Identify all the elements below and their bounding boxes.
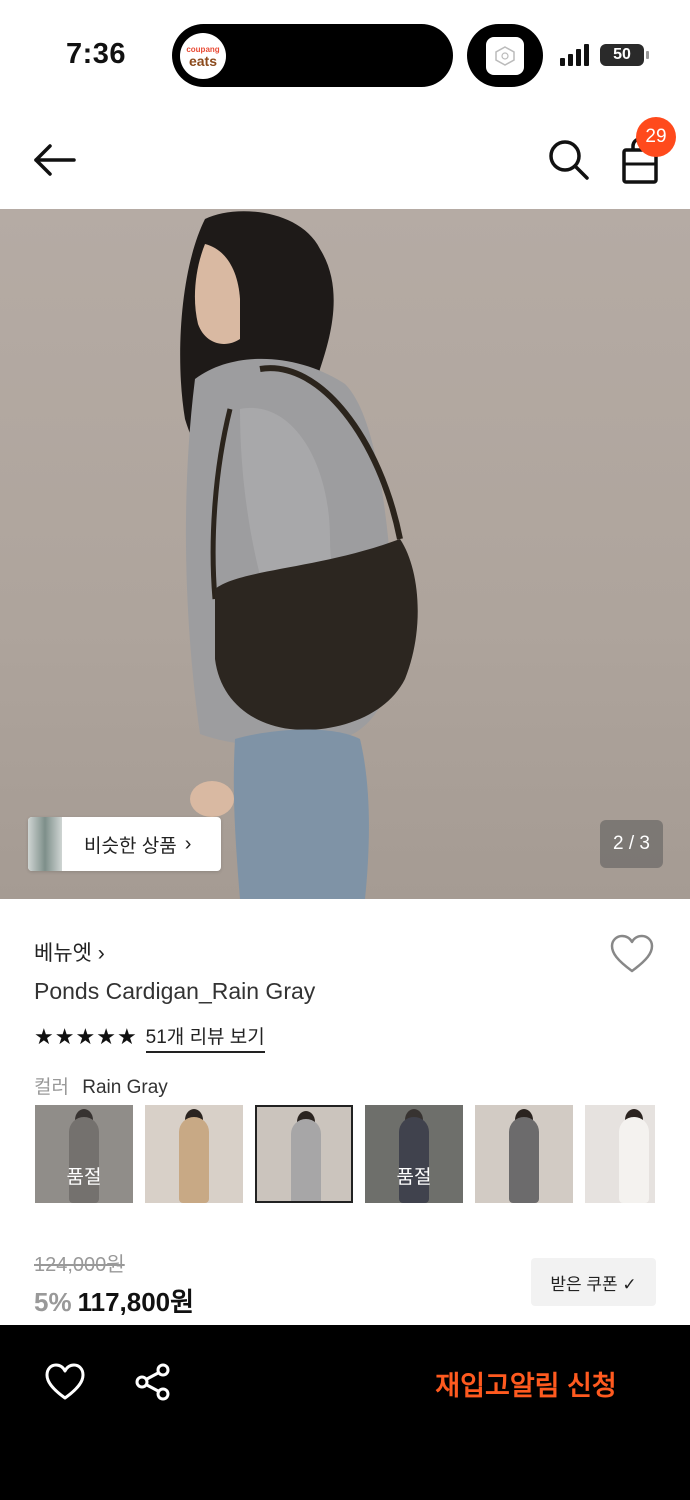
color-swatch-selected[interactable]: [255, 1105, 353, 1203]
color-swatch[interactable]: [585, 1105, 655, 1203]
original-price: 124,000원: [34, 1254, 125, 1276]
share-icon[interactable]: [133, 1362, 173, 1402]
sold-out-label: 품절: [365, 1105, 463, 1203]
chevron-right-icon: ›: [184, 832, 192, 855]
image-page-indicator: 2 / 3: [600, 820, 663, 868]
color-swatch[interactable]: 품절: [365, 1105, 463, 1203]
dynamic-island: coupang eats: [172, 24, 453, 87]
color-swatch-list: 품절 품절: [35, 1105, 655, 1205]
color-swatch[interactable]: [475, 1105, 573, 1203]
star-rating: ★ ★ ★ ★ ★: [34, 1026, 138, 1048]
activity-app-icon: [486, 37, 524, 75]
reviews-link[interactable]: 51개 리뷰 보기: [145, 1022, 265, 1053]
color-label: 컬러: [34, 1077, 69, 1098]
coupang-eats-icon: coupang eats: [180, 33, 226, 79]
cart-count-badge: 29: [636, 117, 676, 157]
product-image[interactable]: [0, 209, 690, 899]
final-price: 117,800원: [77, 1287, 195, 1317]
status-time: 7:36: [66, 38, 127, 70]
star-icon: ★: [34, 1024, 54, 1049]
product-title: Ponds Cardigan_Rain Gray: [34, 978, 316, 1004]
bottom-action-bar: 재입고알림 신청: [0, 1325, 690, 1500]
arrow-left-icon[interactable]: [30, 138, 80, 182]
color-swatch[interactable]: [145, 1105, 243, 1203]
color-value: Rain Gray: [82, 1077, 168, 1098]
top-nav: [0, 110, 690, 210]
restock-alert-button[interactable]: 재입고알림 신청: [396, 1358, 656, 1408]
star-icon: ★: [116, 1024, 137, 1049]
heart-outline-icon[interactable]: [609, 933, 655, 975]
product-photo: [180, 211, 418, 899]
sold-out-label: 품절: [35, 1105, 133, 1203]
brand-link[interactable]: 베뉴엣 ›: [34, 937, 105, 967]
similar-products-label: 비슷한 상품: [84, 835, 177, 857]
battery-tip: [646, 51, 649, 59]
star-icon: ★: [54, 1024, 75, 1049]
app-badge-big-text: eats: [188, 52, 218, 69]
battery-indicator: 50: [600, 44, 644, 66]
color-row: 컬러 Rain Gray: [34, 1072, 168, 1099]
rating-row: ★ ★ ★ ★ ★ 51개 리뷰 보기: [34, 1022, 265, 1053]
similar-products-button[interactable]: 비슷한 상품 ›: [28, 817, 221, 871]
price-row: 5% 117,800원: [34, 1282, 194, 1319]
star-icon: ★: [75, 1024, 96, 1049]
received-coupon-button[interactable]: 받은 쿠폰 ✓: [531, 1258, 656, 1306]
discount-rate: 5%: [34, 1287, 72, 1317]
heart-outline-icon[interactable]: [44, 1362, 86, 1402]
signal-icon: [560, 44, 589, 66]
star-icon: ★: [96, 1024, 116, 1049]
dynamic-island-activity: [467, 24, 543, 87]
status-bar: 7:36 coupang eats 50: [0, 0, 690, 110]
similar-products-thumbnail: [28, 817, 62, 871]
search-icon[interactable]: [545, 136, 591, 182]
color-swatch[interactable]: 품절: [35, 1105, 133, 1203]
